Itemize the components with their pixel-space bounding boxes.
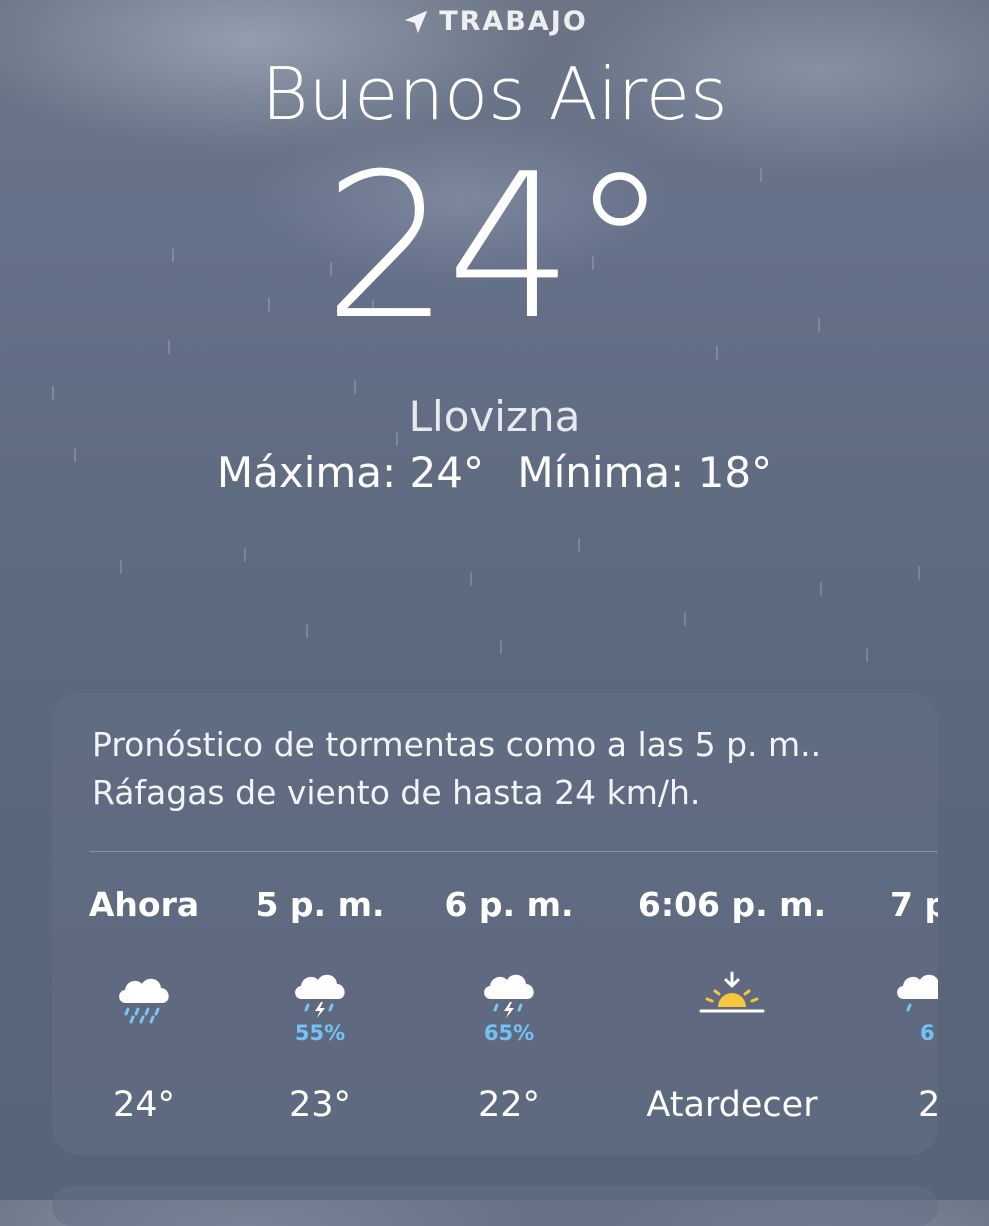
hour-label: 7 p: [890, 885, 938, 924]
hour-label: 6 p. m.: [444, 885, 574, 924]
hour-temperature: 23°: [288, 1085, 352, 1125]
weather-condition: Llovizna: [408, 392, 581, 441]
hour-item-sunset[interactable]: 6:06 p. m. Atardecer: [632, 885, 832, 1125]
location-label: TRABAJO: [439, 6, 588, 37]
high-temperature: Máxima: 24°: [216, 448, 484, 497]
current-temperature: 24°: [323, 131, 670, 364]
next-card: [52, 1186, 938, 1226]
city-name: Buenos Aires: [261, 52, 728, 136]
divider: [90, 851, 938, 852]
thunderstorm-cloud-icon: [484, 974, 534, 1018]
precipitation-chance: 55%: [294, 1021, 346, 1045]
precipitation-chance: 65%: [483, 1021, 535, 1045]
summary-line: Ráfagas de viento de hasta 24 km/h.: [92, 773, 701, 812]
hour-item-7pm[interactable]: 7 p 6 2: [890, 885, 938, 1125]
sunset-icon: [699, 971, 765, 1013]
hour-temperature: 22°: [477, 1085, 541, 1125]
hour-item-6pm[interactable]: 6 p. m. 65% 22°: [419, 885, 599, 1125]
hour-item-now[interactable]: Ahora 24°: [54, 885, 234, 1125]
high-low-temperatures: Máxima: 24° Mínima: 18°: [0, 448, 989, 497]
thunderstorm-cloud-icon: [897, 974, 938, 1012]
forecast-summary: Pronóstico de tormentas como a las 5 p. …: [92, 721, 912, 817]
hour-temperature: Atardecer: [646, 1085, 818, 1125]
thunderstorm-cloud-icon: [295, 974, 345, 1018]
location-row: TRABAJO: [0, 6, 989, 37]
hour-label: 5 p. m.: [255, 885, 385, 924]
location-arrow-icon: [404, 10, 428, 33]
hour-label: Ahora: [88, 885, 200, 924]
summary-line: Pronóstico de tormentas como a las 5 p. …: [92, 725, 822, 764]
hour-temperature: 2: [918, 1085, 938, 1125]
drizzle-cloud-icon: [119, 978, 169, 1024]
hour-item-5pm[interactable]: 5 p. m. 55% 23°: [230, 885, 410, 1125]
hourly-forecast-card[interactable]: Pronóstico de tormentas como a las 5 p. …: [52, 693, 938, 1155]
low-temperature: Mínima: 18°: [517, 448, 773, 497]
hour-label: 6:06 p. m.: [637, 885, 827, 924]
precipitation-chance: 6: [920, 1021, 935, 1045]
hour-temperature: 24°: [112, 1085, 176, 1125]
